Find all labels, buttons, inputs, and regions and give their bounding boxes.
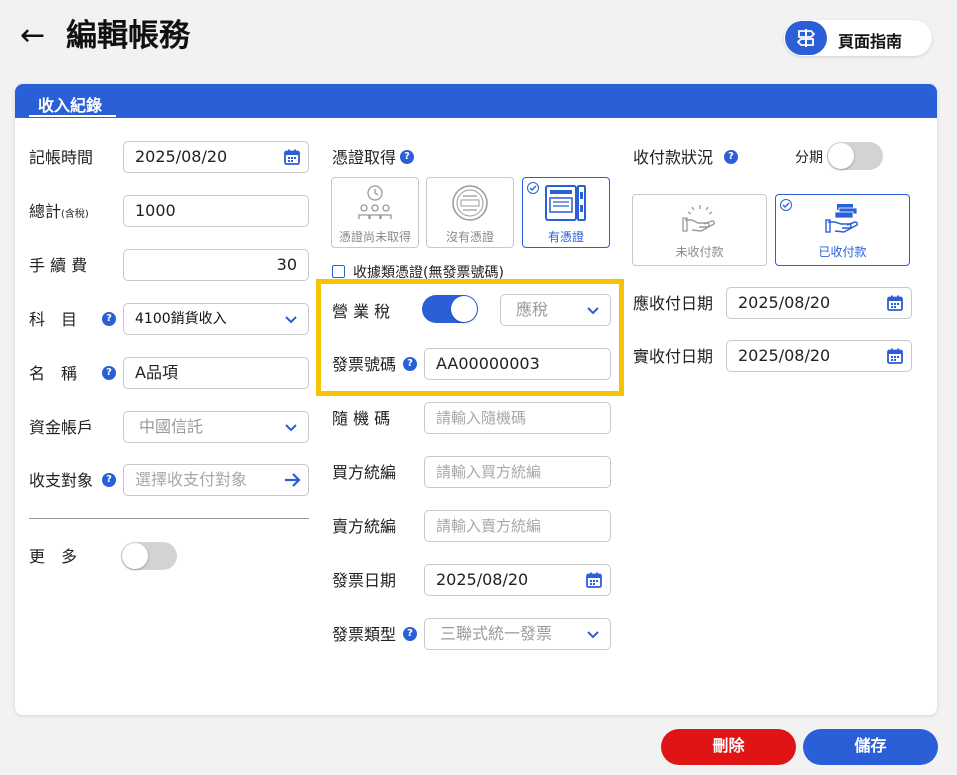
counterparty-help-icon[interactable]: ? bbox=[102, 473, 116, 487]
subject-select[interactable]: 4100銷貨收入 bbox=[123, 303, 309, 335]
random-code-placeholder: 請輸入隨機碼 bbox=[436, 409, 527, 427]
more-toggle[interactable] bbox=[121, 542, 177, 570]
voucher-label: 憑證取得 bbox=[332, 148, 397, 167]
counterparty-placeholder: 選擇收支付對象 bbox=[135, 470, 248, 489]
fund-account-select[interactable]: 中國信託 bbox=[123, 411, 309, 443]
seller-tax-id-label: 賣方統編 bbox=[332, 517, 397, 536]
seller-tax-id-input[interactable]: 請輸入賣方統編 bbox=[424, 510, 611, 542]
no-receipt-seal-icon bbox=[452, 185, 488, 221]
name-label: 名 稱 bbox=[29, 364, 78, 383]
actual-date-field[interactable]: 2025/08/20 bbox=[726, 340, 912, 372]
card-header: 收入紀錄 bbox=[15, 84, 937, 118]
invoice-date-value: 2025/08/20 bbox=[436, 570, 529, 589]
calendar-icon[interactable] bbox=[887, 295, 903, 311]
page-title: 編輯帳務 bbox=[66, 18, 190, 54]
toggle-knob bbox=[122, 543, 148, 569]
tab-underline bbox=[29, 115, 116, 117]
signpost-icon bbox=[785, 21, 827, 55]
due-date-field[interactable]: 2025/08/20 bbox=[726, 287, 912, 319]
name-help-icon[interactable]: ? bbox=[102, 366, 116, 380]
payment-option-paid[interactable]: 已收付款 bbox=[775, 194, 910, 266]
chevron-down-icon bbox=[285, 424, 297, 432]
random-code-label: 隨 機 碼 bbox=[332, 409, 391, 428]
invoice-date-field[interactable]: 2025/08/20 bbox=[424, 564, 611, 596]
payment-status-label: 收付款狀況 bbox=[633, 148, 714, 167]
fee-value: 30 bbox=[276, 255, 297, 274]
fee-input[interactable]: 30 bbox=[123, 249, 309, 281]
total-label: 總計(含稅) bbox=[29, 202, 89, 221]
total-sub-label: (含稅) bbox=[61, 209, 89, 220]
actual-date-label: 實收付日期 bbox=[633, 347, 714, 366]
subject-label: 科 目 bbox=[29, 310, 78, 329]
invoice-type-select[interactable]: 三聯式統一發票 bbox=[424, 618, 611, 650]
invoice-icon bbox=[545, 185, 586, 221]
calendar-icon[interactable] bbox=[887, 348, 903, 364]
tab-income-record[interactable]: 收入紀錄 bbox=[38, 92, 102, 116]
back-arrow-icon[interactable]: ← bbox=[20, 18, 45, 54]
seller-tax-id-placeholder: 請輸入賣方統編 bbox=[436, 517, 542, 535]
page-header: ← 編輯帳務 頁面指南 bbox=[0, 0, 957, 80]
subject-help-icon[interactable]: ? bbox=[102, 312, 116, 326]
fund-account-value: 中國信託 bbox=[139, 417, 204, 436]
page-guide-label: 頁面指南 bbox=[838, 32, 903, 51]
delete-button[interactable]: 刪除 bbox=[661, 729, 796, 765]
payment-option-label: 未收付款 bbox=[675, 245, 724, 259]
chevron-down-icon bbox=[587, 631, 599, 639]
invoice-type-help-icon[interactable]: ? bbox=[403, 627, 417, 641]
subject-value: 4100銷貨收入 bbox=[135, 311, 227, 327]
money-hand-icon bbox=[824, 204, 858, 233]
random-code-input[interactable]: 請輸入隨機碼 bbox=[424, 402, 611, 434]
voucher-option-label: 憑證尚未取得 bbox=[338, 230, 411, 244]
chevron-down-icon bbox=[285, 316, 297, 324]
record-date-field[interactable]: 2025/08/20 bbox=[123, 141, 309, 173]
buyer-tax-id-placeholder: 請輸入買方統編 bbox=[436, 463, 542, 481]
calendar-icon[interactable] bbox=[284, 149, 300, 165]
voucher-option-has[interactable]: 有憑證 bbox=[522, 177, 610, 248]
record-date-label: 記帳時間 bbox=[29, 148, 94, 167]
save-button[interactable]: 儲存 bbox=[803, 729, 938, 765]
name-value: A品項 bbox=[135, 363, 178, 382]
payment-option-unpaid[interactable]: 未收付款 bbox=[632, 194, 767, 266]
counterparty-label: 收支對象 bbox=[29, 471, 94, 490]
name-input[interactable]: A品項 bbox=[123, 357, 309, 389]
voucher-option-label: 有憑證 bbox=[547, 230, 584, 244]
fee-label: 手 續 費 bbox=[29, 256, 88, 275]
income-record-card: 收入紀錄 記帳時間 2025/08/20 總計(含稅) 1000 手 續 費 3… bbox=[15, 84, 937, 715]
receipt-checkbox[interactable] bbox=[332, 265, 345, 278]
due-date-label: 應收付日期 bbox=[633, 294, 714, 313]
total-input[interactable]: 1000 bbox=[123, 195, 309, 227]
buyer-tax-id-label: 買方統編 bbox=[332, 463, 397, 482]
installment-toggle[interactable] bbox=[827, 142, 883, 170]
empty-hand-icon bbox=[681, 205, 715, 232]
voucher-option-pending[interactable]: 憑證尚未取得 bbox=[331, 177, 419, 248]
invoice-type-label: 發票類型 bbox=[332, 625, 397, 644]
more-label: 更 多 bbox=[29, 547, 78, 566]
installment-label: 分期 bbox=[795, 150, 823, 166]
voucher-option-label: 沒有憑證 bbox=[445, 230, 494, 244]
total-value: 1000 bbox=[135, 201, 176, 220]
arrow-right-icon[interactable] bbox=[282, 470, 302, 490]
counterparty-input[interactable]: 選擇收支付對象 bbox=[123, 464, 309, 496]
page-guide-button[interactable]: 頁面指南 bbox=[784, 20, 932, 56]
payment-option-label: 已收付款 bbox=[818, 245, 867, 259]
calendar-icon[interactable] bbox=[586, 572, 602, 588]
voucher-help-icon[interactable]: ? bbox=[400, 150, 414, 164]
payment-status-help-icon[interactable]: ? bbox=[724, 150, 738, 164]
buyer-tax-id-input[interactable]: 請輸入買方統編 bbox=[424, 456, 611, 488]
check-circle-icon bbox=[527, 182, 539, 194]
highlight-box bbox=[316, 279, 624, 396]
voucher-option-none[interactable]: 沒有憑證 bbox=[426, 177, 514, 248]
toggle-knob bbox=[828, 143, 854, 169]
meeting-icon bbox=[358, 185, 392, 219]
invoice-type-value: 三聯式統一發票 bbox=[440, 624, 553, 643]
fund-account-label: 資金帳戶 bbox=[29, 418, 94, 437]
check-circle-icon bbox=[780, 199, 792, 211]
invoice-date-label: 發票日期 bbox=[332, 571, 397, 590]
due-date-value: 2025/08/20 bbox=[738, 293, 831, 312]
actual-date-value: 2025/08/20 bbox=[738, 346, 831, 365]
record-date-value: 2025/08/20 bbox=[135, 147, 228, 166]
left-divider bbox=[29, 518, 309, 519]
